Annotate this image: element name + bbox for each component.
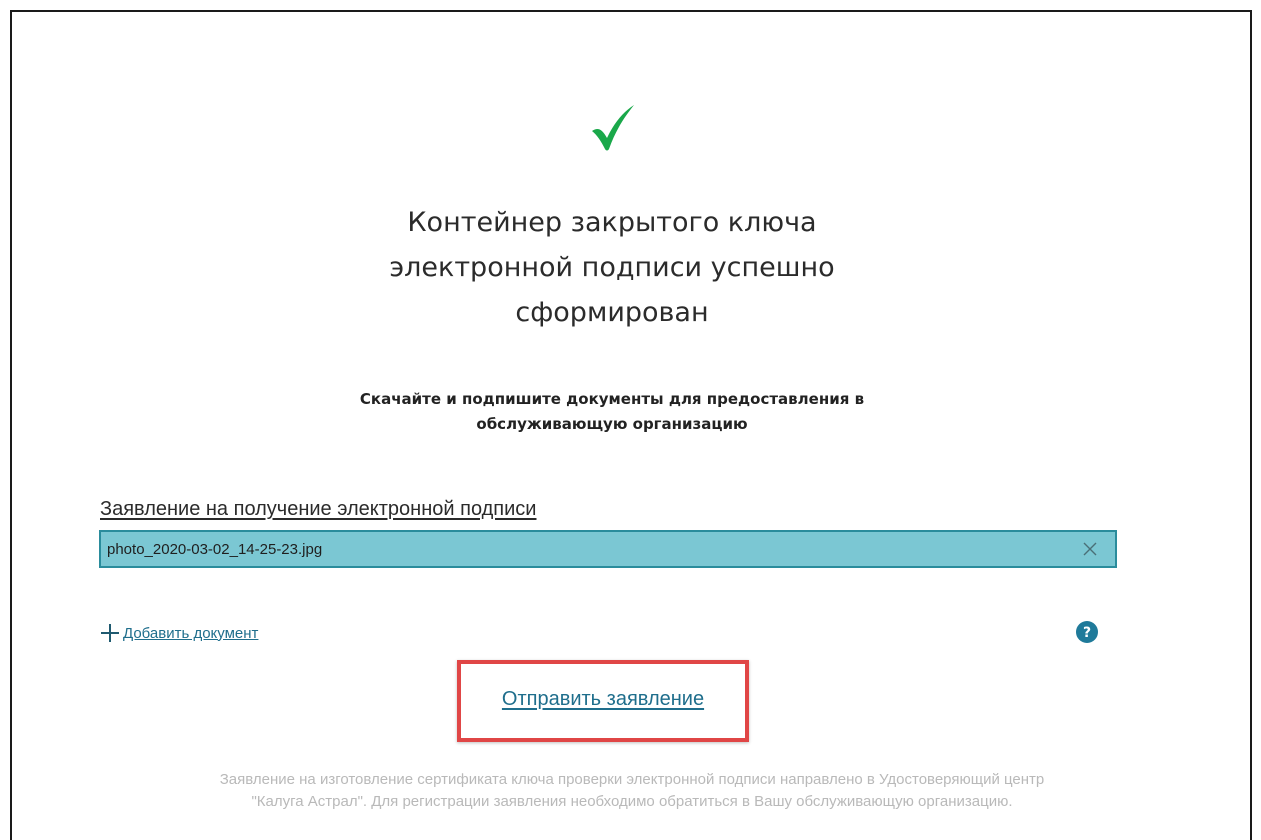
add-document-label: Добавить документ bbox=[123, 624, 259, 642]
footer-note: Заявление на изготовление сертификата кл… bbox=[52, 769, 1212, 813]
footer-line: Заявление на изготовление сертификата кл… bbox=[219, 771, 1045, 788]
page-title: Контейнер закрытого ключа электронной по… bbox=[262, 200, 962, 335]
close-icon[interactable] bbox=[1081, 540, 1099, 558]
attached-file-row: photo_2020-03-02_14-25-23.jpg bbox=[99, 530, 1117, 568]
main-panel: Контейнер закрытого ключа электронной по… bbox=[10, 10, 1252, 840]
checkmark-icon bbox=[592, 105, 634, 151]
add-document-link[interactable]: Добавить документ bbox=[99, 622, 258, 644]
question-icon[interactable]: ? bbox=[1076, 621, 1098, 643]
file-name: photo_2020-03-02_14-25-23.jpg bbox=[107, 541, 323, 558]
title-line: Контейнер закрытого ключа bbox=[407, 207, 817, 238]
send-highlight-box: Отправить заявление bbox=[457, 660, 749, 742]
title-line: электронной подписи успешно bbox=[389, 252, 835, 283]
title-line: сформирован bbox=[515, 297, 709, 328]
plus-icon bbox=[101, 624, 119, 642]
help-glyph: ? bbox=[1083, 625, 1091, 641]
footer-line: "Калуга Астрал". Для регистрации заявлен… bbox=[251, 793, 1013, 810]
instructions-text: Скачайте и подпишите документы для предо… bbox=[282, 387, 942, 437]
document-label[interactable]: Заявление на получение электронной подпи… bbox=[100, 498, 536, 521]
instructions-line: Скачайте и подпишите документы для предо… bbox=[359, 390, 865, 408]
send-application-button[interactable]: Отправить заявление bbox=[461, 688, 745, 711]
instructions-line: обслуживающую организацию bbox=[476, 415, 748, 433]
